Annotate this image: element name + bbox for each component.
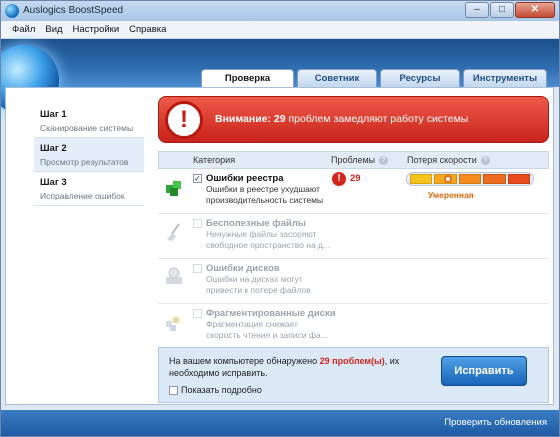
- menu-file[interactable]: Файл: [7, 21, 40, 38]
- speed-loss-meter: [406, 172, 534, 186]
- step-3[interactable]: Шаг 3 Исправление ошибок: [34, 172, 144, 206]
- header-speed: Потеря скорости?: [407, 155, 490, 166]
- step-title: Шаг 1: [40, 109, 67, 120]
- minimize-button[interactable]: –: [465, 2, 489, 18]
- table-row-registry: ✓ Ошибки реестра Ошибки в реестре ухудша…: [158, 169, 549, 214]
- defrag-blocks-icon: [166, 317, 179, 331]
- summary-box: На вашем компьютере обнаружено 29 пробле…: [158, 347, 549, 403]
- maximize-button[interactable]: □: [490, 2, 514, 18]
- summary-text-start: На вашем компьютере обнаружено: [169, 356, 320, 366]
- registry-checkbox[interactable]: ✓: [193, 174, 202, 183]
- junk-files-checkbox[interactable]: [193, 219, 202, 228]
- main-tabs: Проверка системы Советник Ресурсы Инстру…: [201, 69, 547, 95]
- content-panel: Шаг 1 Сканирование системы Шаг 2 Просмот…: [5, 87, 554, 405]
- disk-check-icon: [166, 267, 182, 284]
- registry-cubes-icon: [166, 181, 181, 196]
- step-subtitle: Исправление ошибок: [40, 191, 125, 201]
- step-title: Шаг 3: [40, 177, 67, 188]
- menu-help[interactable]: Справка: [124, 21, 171, 38]
- meter-segment: [507, 174, 531, 184]
- table-row-fragmented: Фрагментированные диски Фрагментация сни…: [158, 304, 549, 349]
- tab-advisor[interactable]: Советник: [297, 69, 377, 87]
- help-icon[interactable]: ?: [379, 156, 389, 166]
- show-details-label: Показать подробно: [181, 385, 262, 395]
- menu-view[interactable]: Вид: [40, 21, 67, 38]
- table-row-disk-errors: Ошибки дисков Ошибки на дисках могут при…: [158, 259, 549, 304]
- help-icon[interactable]: ?: [480, 156, 490, 166]
- row-title: Бесполезные файлы: [206, 218, 306, 229]
- step-1[interactable]: Шаг 1 Сканирование системы: [34, 104, 144, 138]
- warning-icon: !: [165, 101, 203, 139]
- disk-errors-checkbox[interactable]: [193, 264, 202, 273]
- warning-text: Внимание: 29 проблем замедляют работу си…: [215, 113, 468, 125]
- close-button[interactable]: ✕: [515, 2, 555, 18]
- warning-banner: ! Внимание: 29 проблем замедляют работу …: [158, 96, 549, 143]
- step-title: Шаг 2: [40, 143, 67, 154]
- window-title: Auslogics BoostSpeed: [23, 5, 124, 16]
- steps-list: Шаг 1 Сканирование системы Шаг 2 Просмот…: [34, 104, 144, 206]
- summary-text: На вашем компьютере обнаружено 29 пробле…: [169, 355, 439, 379]
- warning-message: проблем замедляют работу системы: [288, 113, 469, 125]
- tab-tools[interactable]: Инструменты: [463, 69, 547, 87]
- fix-button[interactable]: Исправить: [441, 356, 527, 386]
- summary-problem-count: 29 проблем(ы): [319, 356, 385, 366]
- row-description: Ненужные файлы засоряют свободное простр…: [206, 229, 331, 250]
- meter-segment: [483, 174, 506, 184]
- meter-segment: [458, 174, 482, 184]
- step-subtitle: Сканирование системы: [40, 123, 134, 133]
- table-row-junk-files: Бесполезные файлы Ненужные файлы засоряю…: [158, 214, 549, 259]
- row-title: Ошибки реестра: [206, 173, 284, 184]
- app-window: Auslogics BoostSpeed – □ ✕ Файл Вид Наст…: [0, 0, 560, 437]
- show-details-checkbox[interactable]: [169, 385, 178, 395]
- row-description: Ошибки на дисках могут привести к потере…: [206, 274, 311, 295]
- title-bar: Auslogics BoostSpeed – □ ✕: [1, 1, 559, 21]
- header-category: Категория: [193, 155, 236, 165]
- header-problems: Проблемы?: [331, 155, 389, 166]
- step-subtitle: Просмотр результатов: [40, 157, 129, 167]
- warning-count: Внимание: 29: [215, 113, 286, 125]
- problem-count: 29: [350, 173, 361, 184]
- status-bar: Проверить обновления: [1, 410, 559, 436]
- speed-loss-label: Умеренная: [428, 190, 474, 200]
- menu-bar: Файл Вид Настройки Справка: [1, 21, 559, 39]
- row-description: Фрагментация снижает скорость чтения и з…: [206, 319, 328, 340]
- header-banner: Проверка системы Советник Ресурсы Инстру…: [1, 39, 559, 115]
- window-controls: – □ ✕: [465, 2, 555, 18]
- table-header: Категория Проблемы? Потеря скорости?: [158, 151, 549, 169]
- app-logo-icon: [5, 4, 19, 18]
- menu-settings[interactable]: Настройки: [68, 21, 125, 38]
- step-2[interactable]: Шаг 2 Просмотр результатов: [34, 138, 144, 172]
- tab-system-check[interactable]: Проверка системы: [201, 69, 294, 95]
- broom-icon: [167, 223, 180, 241]
- row-title: Фрагментированные диски: [206, 308, 336, 319]
- fragmented-checkbox[interactable]: [193, 309, 202, 318]
- error-icon: !: [332, 172, 346, 186]
- meter-marker: [444, 175, 452, 183]
- show-details-toggle[interactable]: Показать подробно: [169, 385, 262, 395]
- row-title: Ошибки дисков: [206, 263, 280, 274]
- header-problems-label: Проблемы: [331, 155, 376, 165]
- meter-segment: [410, 174, 433, 184]
- header-speed-label: Потеря скорости: [407, 155, 477, 165]
- row-description: Ошибки в реестре ухудшают производительн…: [206, 184, 324, 205]
- check-updates-link[interactable]: Проверить обновления: [444, 417, 547, 428]
- tab-resources[interactable]: Ресурсы: [380, 69, 460, 87]
- results-area: ! Внимание: 29 проблем замедляют работу …: [158, 96, 549, 403]
